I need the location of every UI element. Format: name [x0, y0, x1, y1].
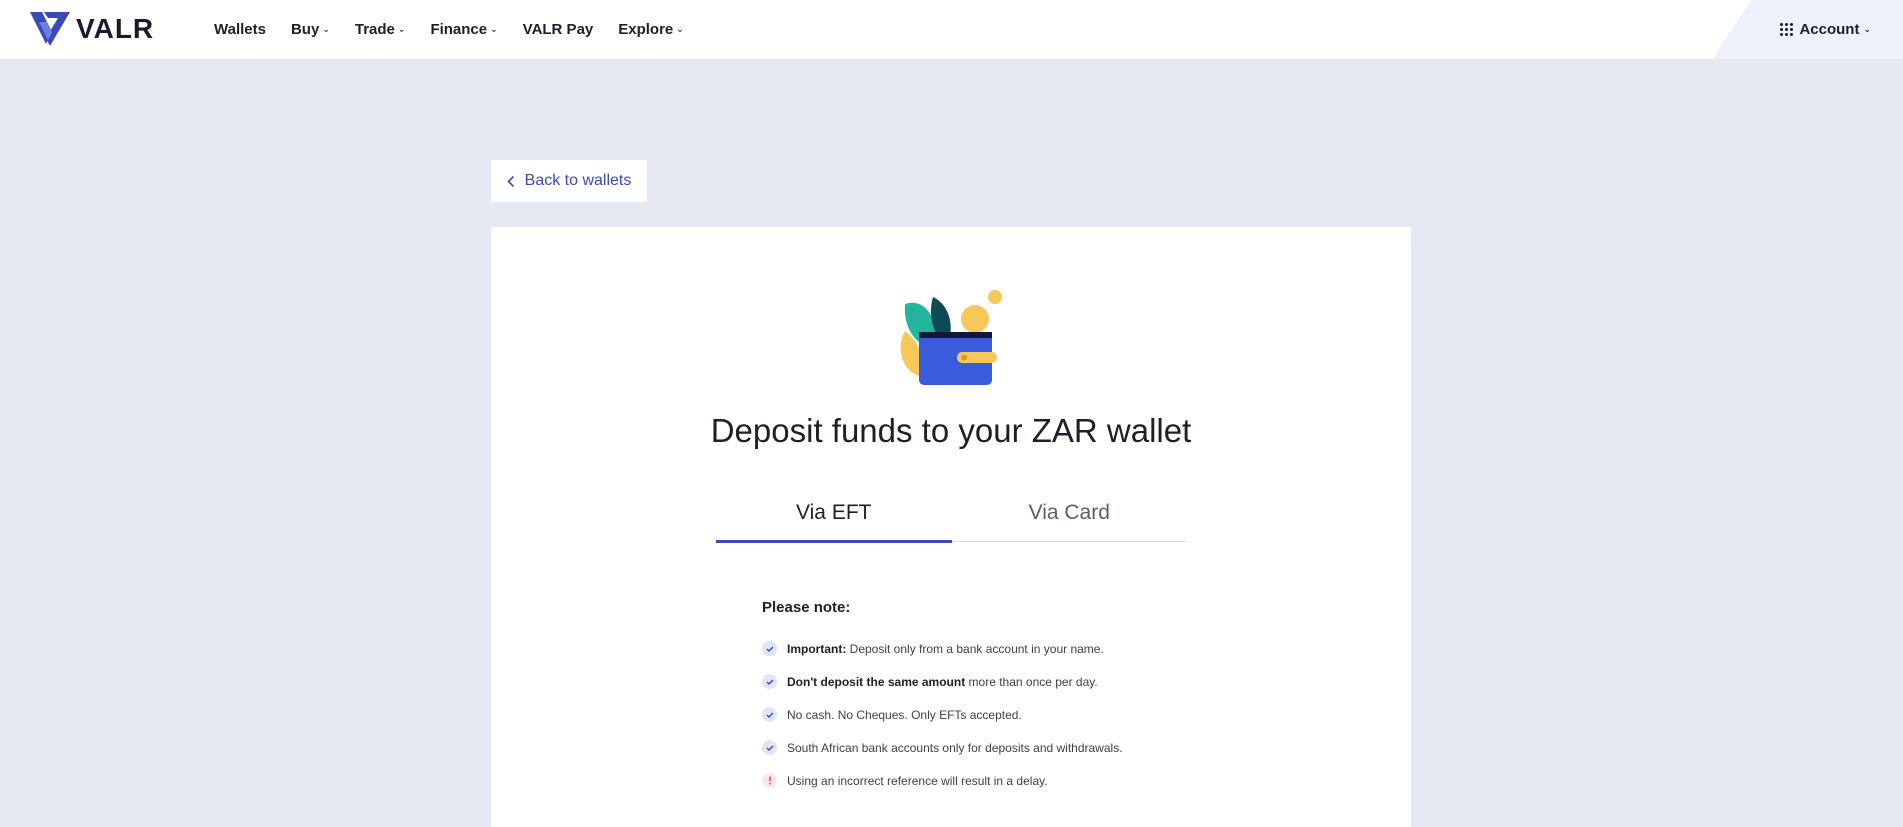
- valr-logo-icon: [30, 12, 70, 46]
- check-icon: [762, 740, 777, 755]
- note-item: No cash. No Cheques. Only EFTs accepted.: [762, 698, 1262, 731]
- deposit-method-tabs: Via EFT Via Card: [716, 495, 1188, 543]
- chevron-down-icon: ⌄: [1863, 24, 1871, 34]
- nav-item-label: VALR Pay: [522, 21, 594, 38]
- note-text: Deposit only from a bank account in your…: [846, 641, 1104, 656]
- deposit-card: Deposit funds to your ZAR wallet Via EFT…: [491, 227, 1411, 827]
- check-icon: [762, 641, 777, 656]
- tab-via-card[interactable]: Via Card: [952, 495, 1188, 541]
- nav-item-label: Finance: [430, 21, 488, 38]
- nav-item-buy[interactable]: Buy ⌄: [291, 21, 330, 38]
- note-text: more than once per day.: [965, 674, 1098, 689]
- nav-item-label: Buy: [290, 21, 320, 38]
- note-item: South African bank accounts only for dep…: [762, 731, 1262, 764]
- nav-item-label: Trade: [354, 21, 395, 38]
- note-item: Don't deposit the same amount more than …: [762, 665, 1262, 698]
- note-bold: Don't deposit the same amount: [787, 674, 966, 689]
- nav-item-valr-pay[interactable]: VALR Pay: [523, 21, 594, 38]
- note-bold: Important:: [787, 641, 847, 656]
- nav-item-label: Wallets: [214, 21, 266, 38]
- nav-item-trade[interactable]: Trade ⌄: [355, 21, 406, 38]
- check-icon: [762, 707, 777, 722]
- page-title: Deposit funds to your ZAR wallet: [710, 412, 1192, 449]
- please-note-section: Please note: Important: Deposit only fro…: [762, 599, 1262, 797]
- nav-item-wallets[interactable]: Wallets: [214, 21, 266, 38]
- top-navigation-bar: VALR Wallets Buy ⌄ Trade ⌄ Finance ⌄ VAL…: [0, 0, 1903, 59]
- note-text: No cash. No Cheques. Only EFTs accepted.: [787, 707, 1022, 722]
- chevron-down-icon: ⌄: [676, 24, 684, 34]
- account-label: Account: [1799, 21, 1860, 38]
- check-icon: [762, 674, 777, 689]
- note-text: South African bank accounts only for dep…: [787, 740, 1123, 755]
- back-button-label: Back to wallets: [524, 172, 632, 189]
- account-menu-button[interactable]: Account ⌄: [1780, 0, 1871, 59]
- note-text: Using an incorrect reference will result…: [787, 773, 1048, 788]
- apps-grid-icon: [1780, 23, 1794, 36]
- note-item: Important: Deposit only from a bank acco…: [762, 632, 1262, 665]
- logo-text: VALR: [76, 13, 155, 44]
- chevron-down-icon: ⌄: [397, 24, 406, 34]
- note-item: Using an incorrect reference will result…: [762, 764, 1262, 797]
- chevron-left-icon: [507, 175, 515, 188]
- nav-item-explore[interactable]: Explore ⌄: [618, 21, 684, 38]
- main-nav: Wallets Buy ⌄ Trade ⌄ Finance ⌄ VALR Pay…: [214, 0, 709, 59]
- tab-via-eft[interactable]: Via EFT: [716, 495, 952, 543]
- nav-item-finance[interactable]: Finance ⌄: [430, 21, 497, 38]
- back-to-wallets-button[interactable]: Back to wallets: [491, 160, 647, 202]
- warning-icon: [762, 773, 777, 788]
- valr-logo[interactable]: VALR: [30, 12, 154, 46]
- nav-item-label: Explore: [618, 21, 674, 38]
- chevron-down-icon: ⌄: [322, 24, 330, 34]
- chevron-down-icon: ⌄: [490, 24, 498, 34]
- notes-heading: Please note:: [762, 599, 851, 616]
- wallet-illustration: [895, 289, 1005, 394]
